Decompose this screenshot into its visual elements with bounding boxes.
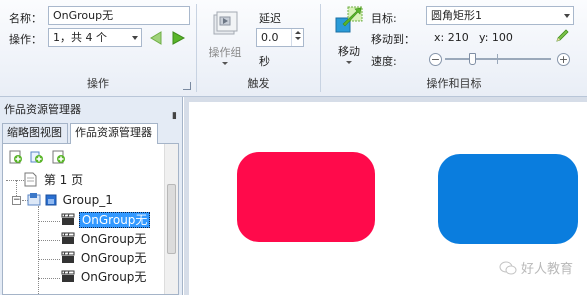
tree-node-action[interactable]: OnGroup无 xyxy=(61,230,146,249)
rounded-rectangle-red[interactable] xyxy=(237,152,375,242)
chevron-down-icon xyxy=(222,62,228,65)
ops-group-title: 操作 xyxy=(87,77,109,90)
group-icon xyxy=(45,194,57,206)
tree-line xyxy=(38,240,60,241)
chevron-down-icon xyxy=(346,61,352,64)
speed-slider-track xyxy=(445,58,551,60)
previous-op-button[interactable] xyxy=(148,30,164,46)
delay-label: 延迟 xyxy=(259,12,281,25)
add-group-icon[interactable] xyxy=(30,150,44,164)
tree-node-group[interactable]: Group_1 xyxy=(27,191,113,210)
arrow-right-icon xyxy=(172,31,186,45)
clapperboard-icon xyxy=(61,251,75,263)
tree-node-page[interactable]: 第 1 页 xyxy=(24,171,83,190)
speed-decrease-button[interactable]: − xyxy=(429,53,442,66)
trigger-group-title: 触发 xyxy=(247,77,270,90)
tree-node-action[interactable]: OnGroup无 xyxy=(61,211,151,230)
op-group-button[interactable]: 操作组 xyxy=(205,4,245,70)
target-label: 目标: xyxy=(371,12,397,25)
x-coordinate[interactable]: x: 210 xyxy=(434,31,469,44)
pin-icon[interactable]: ▮ xyxy=(172,106,177,126)
operation-group-icon xyxy=(213,11,238,35)
delay-input[interactable]: 0.0 xyxy=(256,28,304,47)
group-icon xyxy=(27,193,41,206)
add-action-icon[interactable] xyxy=(52,150,66,164)
speed-slider-thumb[interactable] xyxy=(469,53,476,65)
explorer-panel-title: 作品资源管理器 xyxy=(4,103,81,116)
move-icon xyxy=(335,6,363,33)
slide-canvas[interactable]: 好人教育 xyxy=(189,102,587,295)
target-select[interactable]: 圆角矩形1 xyxy=(426,6,574,25)
tree-node-group-label: Group_1 xyxy=(62,193,113,207)
ops-dialog-launcher[interactable] xyxy=(183,82,191,90)
target-group: 移动 目标: 圆角矩形1 移动到： x: 210 y: 100 速度: − + … xyxy=(321,0,587,97)
op-group-label: 操作组 xyxy=(208,46,242,59)
tree-node-action-label: OnGroup无 xyxy=(80,251,147,265)
add-page-icon[interactable] xyxy=(9,150,23,164)
tree-scrollbar[interactable] xyxy=(164,144,178,294)
trigger-group: 操作组 延迟 0.0 秒 触发 xyxy=(197,0,320,97)
tree-line xyxy=(38,259,60,260)
next-op-button[interactable] xyxy=(170,30,186,46)
tree-node-action[interactable]: OnGroup无 xyxy=(61,268,146,287)
explorer-panel: 作品资源管理器 ▮ 缩略图视图 作品资源管理器 第 1 页 − Group_1 … xyxy=(0,97,183,295)
tab-explorer[interactable]: 作品资源管理器 xyxy=(70,123,158,144)
arrow-left-icon xyxy=(150,31,162,45)
wechat-icon xyxy=(499,261,517,279)
pencil-icon xyxy=(556,29,569,42)
watermark: 好人教育 xyxy=(499,258,573,279)
name-field-value: OnGroup无 xyxy=(53,9,114,22)
clapperboard-icon xyxy=(61,270,75,282)
tree-node-page-label: 第 1 页 xyxy=(43,173,84,187)
tree-line xyxy=(6,180,24,181)
pick-position-button[interactable] xyxy=(554,28,570,44)
explorer-panel-header: 作品资源管理器 ▮ xyxy=(0,100,183,121)
clapperboard-icon xyxy=(61,213,75,225)
op-select-value: 1，共 4 个 xyxy=(53,31,107,44)
move-button[interactable]: 移动 xyxy=(329,4,369,70)
explorer-tree: 第 1 页 − Group_1 OnGroup无 OnGroup无 OnGrou… xyxy=(2,143,179,295)
delay-spinner[interactable] xyxy=(291,29,303,46)
delay-value: 0.0 xyxy=(261,31,279,44)
tree-line xyxy=(38,206,39,294)
tab-thumbnail-view[interactable]: 缩略图视图 xyxy=(2,123,68,143)
clapperboard-icon xyxy=(61,232,75,244)
tree-node-action-label: OnGroup无 xyxy=(80,270,147,284)
tree-scrollbar-thumb[interactable] xyxy=(167,184,176,254)
tree-line xyxy=(38,221,60,222)
op-select[interactable]: 1，共 4 个 xyxy=(48,28,142,47)
speed-label: 速度: xyxy=(371,55,397,68)
y-coordinate[interactable]: y: 100 xyxy=(479,31,513,44)
tree-node-action-label: OnGroup无 xyxy=(80,232,147,246)
move-label: 移动 xyxy=(338,45,360,58)
rounded-rectangle-blue[interactable] xyxy=(438,154,578,244)
page-icon xyxy=(24,172,37,187)
tree-line xyxy=(38,278,60,279)
speed-slider-tick xyxy=(497,54,498,64)
name-label: 名称： xyxy=(9,12,42,25)
tree-node-action[interactable]: OnGroup无 xyxy=(61,249,146,268)
speed-increase-button[interactable]: + xyxy=(557,53,570,66)
canvas-area: 好人教育 xyxy=(184,97,587,295)
ribbon: 名称： OnGroup无 操作： 1，共 4 个 操作 操作组 延迟 0.0 秒… xyxy=(0,0,587,97)
name-field[interactable]: OnGroup无 xyxy=(48,6,190,25)
seconds-label: 秒 xyxy=(259,55,270,68)
chevron-down-icon xyxy=(132,36,138,40)
op-label: 操作： xyxy=(9,33,42,46)
target-group-title: 操作和目标 xyxy=(426,77,482,90)
target-select-value: 圆角矩形1 xyxy=(431,9,482,22)
ops-group: 名称： OnGroup无 操作： 1，共 4 个 操作 xyxy=(0,0,196,97)
move-to-label: 移动到： xyxy=(371,33,415,46)
watermark-text: 好人教育 xyxy=(520,262,573,277)
collapse-toggle[interactable]: − xyxy=(12,196,21,205)
chevron-down-icon xyxy=(564,14,570,18)
speed-slider[interactable] xyxy=(445,52,551,66)
tree-node-action-label: OnGroup无 xyxy=(78,212,151,228)
